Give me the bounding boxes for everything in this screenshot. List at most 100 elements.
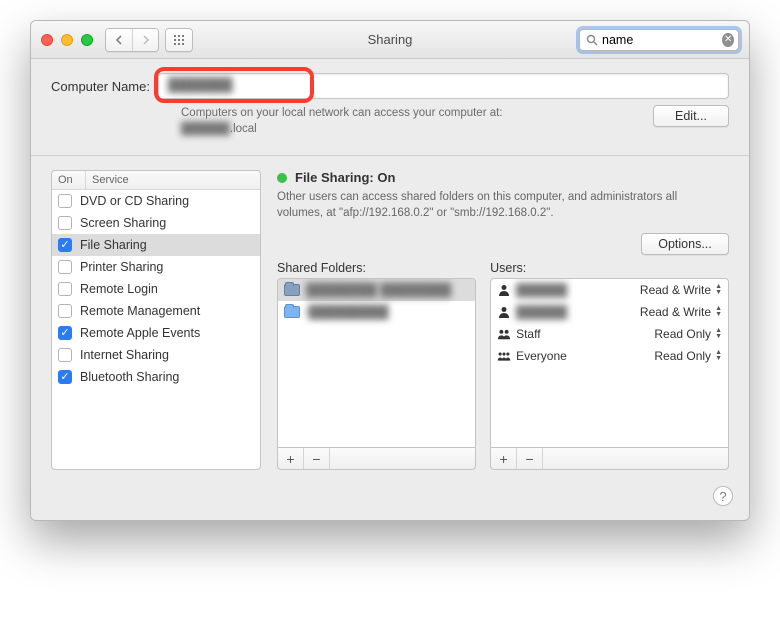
user-name: Staff [516, 327, 540, 341]
minimize-window-button[interactable] [61, 34, 73, 46]
user-icon [497, 349, 511, 363]
service-checkbox[interactable] [58, 370, 72, 384]
service-row[interactable]: Remote Apple Events [52, 322, 260, 344]
zoom-window-button[interactable] [81, 34, 93, 46]
permission-selector[interactable]: Read & Write ▲▼ [640, 283, 722, 297]
search-field-wrapper[interactable]: ✕ [579, 29, 739, 51]
permission-selector[interactable]: Read & Write ▲▼ [640, 305, 722, 319]
shared-folders-section: Shared Folders: ████████ ████████ i██████… [277, 261, 476, 470]
service-name: Internet Sharing [80, 348, 254, 362]
search-icon [586, 34, 598, 46]
add-user-button[interactable]: + [491, 448, 517, 469]
users-toolbar: + − [490, 448, 729, 470]
permission-value: Read & Write [640, 305, 711, 319]
main-content: On Service DVD or CD Sharing Screen Shari… [31, 156, 749, 486]
stepper-icon: ▲▼ [715, 350, 722, 362]
permission-selector[interactable]: Read Only ▲▼ [654, 349, 722, 363]
service-checkbox[interactable] [58, 304, 72, 318]
permission-selector[interactable]: Read Only▲▼ [654, 327, 722, 341]
service-status: File Sharing: On [277, 170, 729, 185]
nav-forward-button[interactable] [132, 29, 158, 51]
remove-user-button[interactable]: − [517, 448, 543, 469]
service-name: Remote Apple Events [80, 326, 254, 340]
service-name: Screen Sharing [80, 216, 254, 230]
detail-panel: File Sharing: On Other users can access … [277, 170, 729, 470]
service-checkbox[interactable] [58, 238, 72, 252]
add-folder-button[interactable]: + [278, 448, 304, 469]
services-col-service[interactable]: Service [86, 171, 260, 189]
service-row[interactable]: Remote Login [52, 278, 260, 300]
nav-back-forward[interactable] [105, 28, 159, 52]
service-name: Remote Management [80, 304, 254, 318]
services-col-on[interactable]: On [52, 171, 86, 189]
user-icon [497, 305, 511, 319]
users-section: Users: ██████ Read & Write ▲▼ ██████ Read & … [490, 261, 729, 470]
service-checkbox[interactable] [58, 260, 72, 274]
user-row[interactable]: ██████ Read & Write ▲▼ [491, 301, 728, 323]
shared-folder-row[interactable]: i█████████ [278, 301, 475, 323]
window-controls [41, 34, 93, 46]
service-name: Remote Login [80, 282, 254, 296]
service-checkbox[interactable] [58, 216, 72, 230]
service-name: File Sharing [80, 238, 254, 252]
nav-back-button[interactable] [106, 29, 132, 51]
user-name: ██████ [516, 283, 567, 297]
service-row[interactable]: DVD or CD Sharing [52, 190, 260, 212]
chevron-left-icon [115, 35, 123, 45]
close-window-button[interactable] [41, 34, 53, 46]
chevron-right-icon [142, 35, 150, 45]
user-row[interactable]: Staff Read Only▲▼ [491, 323, 728, 345]
shared-folders-label: Shared Folders: [277, 261, 476, 275]
shared-folders-list[interactable]: ████████ ████████ i█████████ [277, 278, 476, 448]
service-checkbox[interactable] [58, 282, 72, 296]
stepper-icon: ▲▼ [715, 284, 722, 296]
grid-icon [173, 34, 185, 46]
service-checkbox[interactable] [58, 348, 72, 362]
hint-hostname: ██████ [181, 123, 230, 135]
help-button[interactable]: ? [713, 486, 733, 506]
remove-folder-button[interactable]: − [304, 448, 330, 469]
service-row[interactable]: File Sharing [52, 234, 260, 256]
computer-name-field[interactable] [158, 73, 729, 99]
service-name: Bluetooth Sharing [80, 370, 254, 384]
window-footer: ? [31, 486, 749, 520]
user-row[interactable]: Everyone Read Only ▲▼ [491, 345, 728, 367]
services-panel: On Service DVD or CD Sharing Screen Shari… [51, 170, 261, 470]
show-all-button[interactable] [165, 28, 193, 52]
service-checkbox[interactable] [58, 194, 72, 208]
options-button[interactable]: Options... [641, 233, 729, 255]
service-checkbox[interactable] [58, 326, 72, 340]
folder-icon [284, 284, 300, 296]
user-icon [497, 327, 511, 341]
permission-value: Read Only [654, 349, 711, 363]
user-name: Everyone [516, 349, 567, 363]
services-table[interactable]: On Service DVD or CD Sharing Screen Shari… [51, 170, 261, 470]
permission-value: Read Only [654, 327, 711, 341]
services-header: On Service [52, 171, 260, 190]
shared-folder-row[interactable]: ████████ ████████ [278, 279, 475, 301]
users-list[interactable]: ██████ Read & Write ▲▼ ██████ Read & Write ▲▼… [490, 278, 729, 448]
user-name: ██████ [516, 305, 567, 319]
users-label: Users: [490, 261, 729, 275]
service-row[interactable]: Screen Sharing [52, 212, 260, 234]
service-row[interactable]: Printer Sharing [52, 256, 260, 278]
search-input[interactable] [598, 33, 722, 47]
user-row[interactable]: ██████ Read & Write ▲▼ [491, 279, 728, 301]
service-name: Printer Sharing [80, 260, 254, 274]
folder-icon [284, 306, 300, 318]
clear-search-button[interactable]: ✕ [722, 33, 734, 47]
shared-folders-toolbar: + − [277, 448, 476, 470]
service-row[interactable]: Bluetooth Sharing [52, 366, 260, 388]
status-description: Other users can access shared folders on… [277, 189, 729, 221]
edit-hostname-button[interactable]: Edit... [653, 105, 729, 127]
permission-value: Read & Write [640, 283, 711, 297]
status-title: File Sharing: On [295, 170, 395, 185]
computer-name-hint: Computers on your local network can acce… [181, 105, 653, 137]
service-row[interactable]: Internet Sharing [52, 344, 260, 366]
computer-name-section: Computer Name: ███████ Computers on your… [31, 59, 749, 156]
service-row[interactable]: Remote Management [52, 300, 260, 322]
window-titlebar: Sharing ✕ [31, 21, 749, 59]
user-icon [497, 283, 511, 297]
stepper-icon: ▲▼ [715, 306, 722, 318]
folder-name: ████████ ████████ [306, 283, 451, 297]
